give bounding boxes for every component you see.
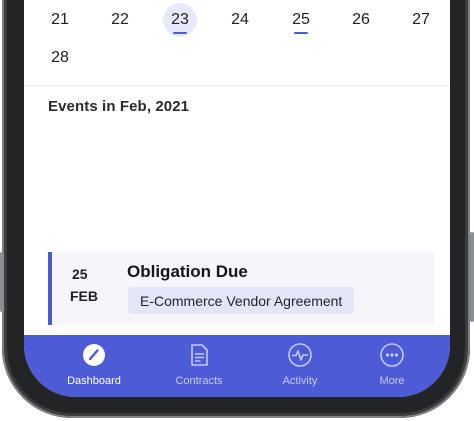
calendar-day[interactable]: 24: [223, 3, 257, 37]
divider: [24, 85, 450, 86]
calendar-day-label: 28: [51, 49, 69, 66]
calendar-day-label: 23: [171, 11, 189, 28]
event-date-day: 25: [72, 266, 88, 282]
calendar-day-label: 22: [111, 11, 129, 28]
bottom-tab-bar: Dashboard Contracts Activity More: [24, 335, 450, 397]
calendar-week-row: 21 22 23 24 25 26 27: [24, 3, 450, 43]
event-card[interactable]: 25 FEB Obligation Due E-Commerce Vendor …: [48, 252, 434, 325]
events-heading: Events in Feb, 2021: [48, 98, 190, 115]
event-accent-bar: [48, 252, 52, 325]
tab-contracts[interactable]: Contracts: [159, 335, 239, 397]
tab-label: More: [379, 375, 405, 387]
event-title: Obligation Due: [127, 262, 248, 281]
calendar-day[interactable]: 25: [284, 3, 318, 37]
tab-dashboard[interactable]: Dashboard: [54, 335, 134, 397]
more-dots-icon: [380, 343, 404, 367]
calendar-day-label: 24: [231, 11, 249, 28]
calendar-day[interactable]: 26: [344, 3, 378, 37]
app-screen: 21 22 23 24 25 26 27 28 Events in Feb, 2…: [24, 0, 450, 397]
calendar-day-selected[interactable]: 23: [163, 3, 197, 37]
tab-label: Activity: [282, 375, 318, 387]
activity-pulse-icon: [288, 343, 312, 367]
calendar-day[interactable]: 27: [404, 3, 438, 37]
calendar-day-label: 21: [51, 11, 69, 28]
phone-side-button-left: [0, 252, 4, 312]
calendar-day[interactable]: 28: [43, 41, 77, 75]
event-date-month: FEB: [70, 288, 98, 304]
dashboard-gauge-icon: [83, 344, 105, 366]
tab-label: Contracts: [175, 375, 223, 387]
calendar-day[interactable]: 22: [103, 3, 137, 37]
event-contract-chip[interactable]: E-Commerce Vendor Agreement: [128, 287, 355, 314]
tab-activity[interactable]: Activity: [260, 335, 340, 397]
tab-label: Dashboard: [67, 375, 121, 387]
calendar-day-label: 26: [352, 11, 370, 28]
calendar-day-label: 25: [292, 11, 310, 28]
tab-more[interactable]: More: [352, 335, 432, 397]
phone-side-button-right: [470, 232, 474, 322]
event-indicator: [173, 32, 187, 34]
calendar-last-row: 28: [24, 41, 450, 81]
calendar-day[interactable]: 21: [43, 3, 77, 37]
event-indicator: [294, 32, 308, 34]
document-icon: [191, 344, 208, 366]
calendar-day-label: 27: [412, 11, 430, 28]
